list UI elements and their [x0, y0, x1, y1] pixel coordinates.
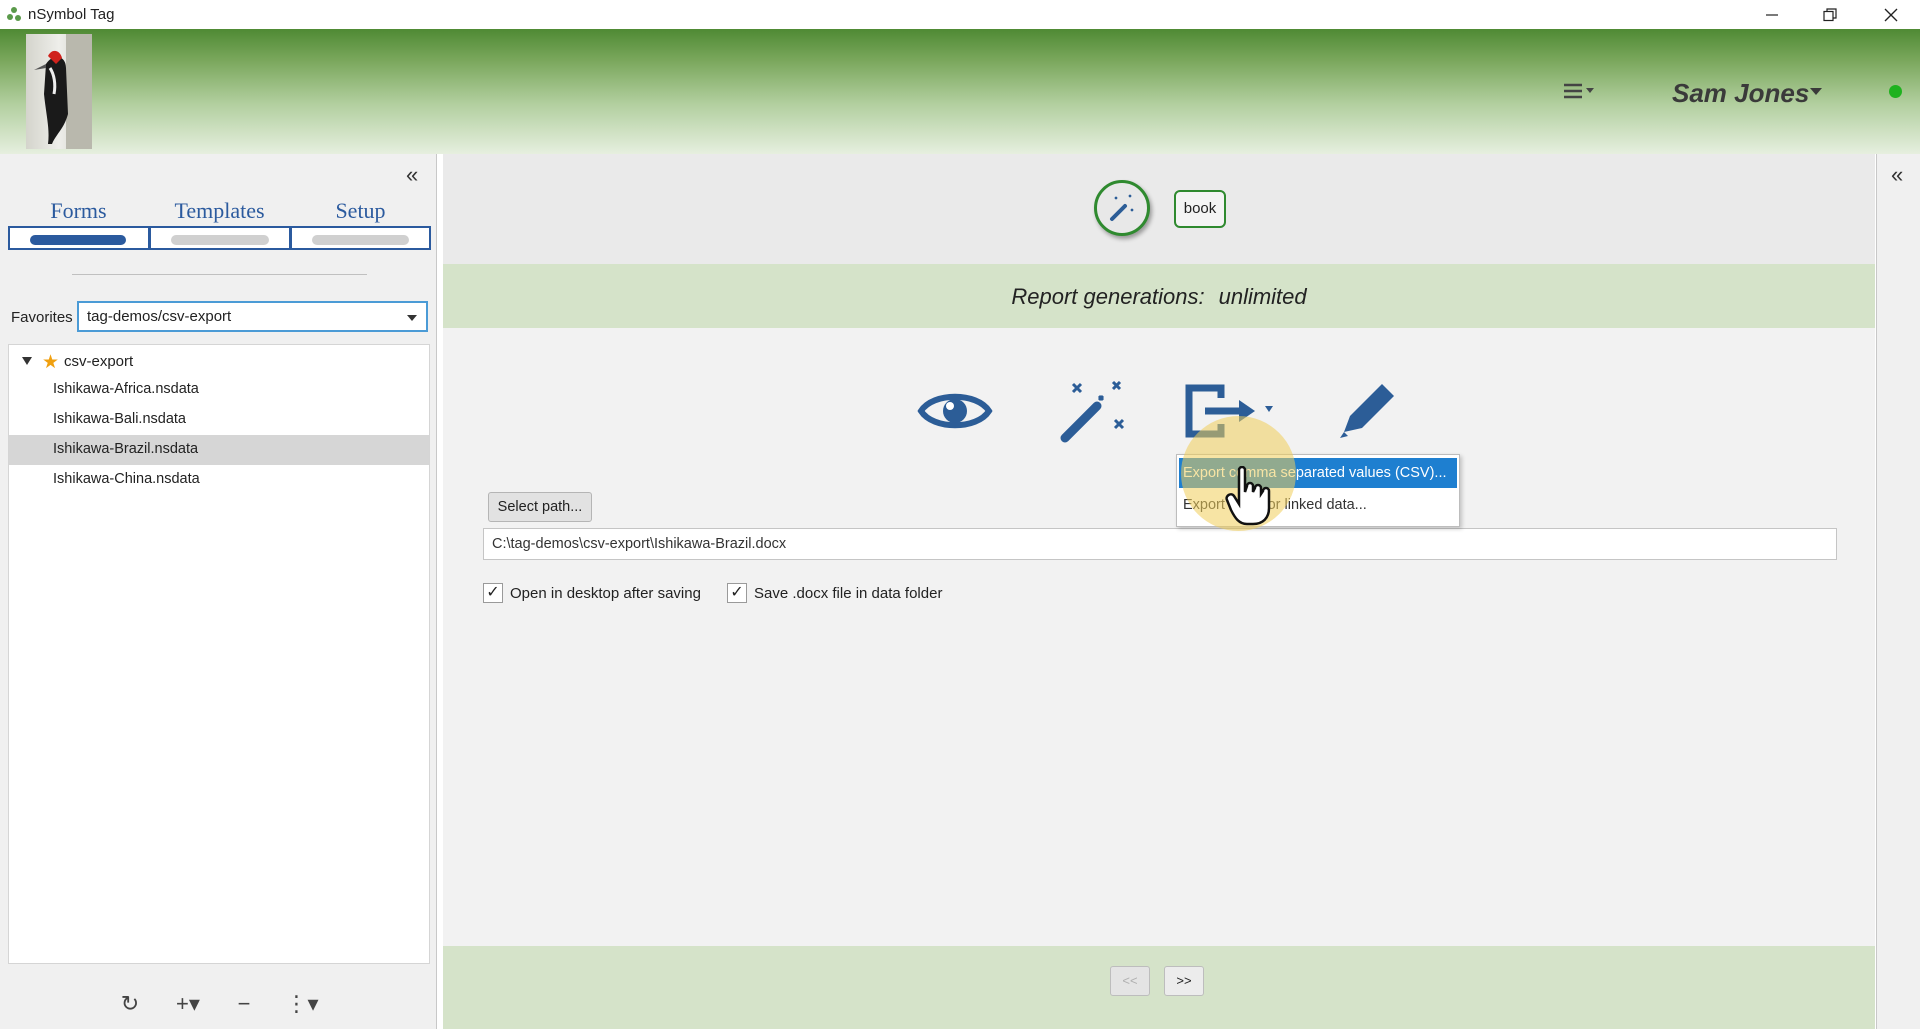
remove-button[interactable]: − — [226, 984, 262, 1024]
tree-item-label: Ishikawa-Bali.nsdata — [53, 411, 186, 427]
tree-item-label: Ishikawa-China.nsdata — [53, 471, 200, 487]
app-banner — [0, 29, 1920, 154]
tree-item[interactable]: Ishikawa-Bali.nsdata — [9, 405, 429, 435]
save-docx-checkbox[interactable]: ✓ — [727, 583, 747, 603]
left-panel: « Forms Templates Setup Favorites tag-de… — [0, 154, 437, 1029]
tab-setup-indicator — [290, 226, 431, 250]
add-icon: +▾ — [176, 991, 200, 1016]
refresh-button[interactable]: ↻ — [112, 984, 148, 1024]
report-generations-text: Report generations: unlimited — [443, 284, 1875, 310]
right-collapsed-panel: « — [1876, 154, 1920, 1029]
more-options-button[interactable]: ⋮▾ — [282, 984, 322, 1024]
tab-templates[interactable]: Templates — [149, 198, 290, 258]
tree-folder-label: csv-export — [64, 353, 134, 370]
restore-icon — [1823, 7, 1837, 21]
tree-item-label: Ishikawa-Brazil.nsdata — [53, 441, 199, 457]
online-status-indicator — [1889, 85, 1902, 98]
tab-setup-label: Setup — [335, 198, 386, 223]
star-icon: ★ — [42, 352, 60, 373]
tab-forms-indicator — [8, 226, 149, 250]
tree-item[interactable]: Ishikawa-Africa.nsdata — [9, 375, 429, 405]
tab-forms[interactable]: Forms — [8, 198, 149, 258]
preview-button[interactable] — [917, 376, 993, 446]
refresh-icon: ↻ — [120, 991, 140, 1016]
more-vertical-icon: ⋮▾ — [285, 991, 319, 1016]
open-after-saving-label: Open in desktop after saving — [510, 585, 701, 602]
tree-folder-csv-export[interactable]: ★ csv-export — [9, 349, 429, 375]
divider — [72, 274, 367, 275]
tab-templates-pill — [171, 235, 269, 245]
window-title: nSymbol Tag — [28, 6, 115, 23]
generate-report-button[interactable] — [1055, 376, 1131, 446]
tab-setup[interactable]: Setup — [290, 198, 431, 258]
favorites-selected-value: tag-demos/csv-export — [87, 308, 232, 325]
tab-forms-pill — [30, 235, 126, 245]
left-tabs: Forms Templates Setup — [8, 198, 432, 258]
save-docx-label: Save .docx file in data folder — [754, 585, 943, 602]
tree-item-selected[interactable]: Ishikawa-Brazil.nsdata — [9, 435, 429, 465]
hamburger-menu-icon — [1564, 83, 1594, 99]
tab-forms-label: Forms — [50, 198, 107, 223]
expand-right-panel-icon[interactable]: « — [1891, 162, 1903, 188]
eye-icon — [917, 393, 993, 429]
open-after-saving-checkbox[interactable]: ✓ — [483, 583, 503, 603]
tree-item-label: Ishikawa-Africa.nsdata — [53, 381, 199, 397]
main-toolbar: book — [443, 154, 1875, 264]
add-button[interactable]: +▾ — [166, 984, 210, 1024]
woodpecker-image — [34, 34, 92, 149]
report-generations-label: Report generations: — [1011, 284, 1205, 309]
main-menu-button[interactable] — [1560, 80, 1600, 104]
user-menu-button[interactable]: Sam Jones — [1672, 78, 1809, 109]
tab-templates-indicator — [149, 226, 290, 250]
minimize-icon — [1766, 13, 1778, 16]
report-generations-value: unlimited — [1218, 284, 1307, 309]
remove-icon: − — [237, 991, 251, 1016]
chevron-down-icon — [407, 315, 417, 321]
tree-toolbar: ↻ +▾ − ⋮▾ — [0, 984, 437, 1024]
close-icon — [1884, 8, 1898, 21]
edit-button[interactable] — [1330, 376, 1406, 446]
magic-wand-icon — [1060, 380, 1125, 443]
tab-setup-pill — [312, 235, 409, 245]
book-button[interactable]: book — [1174, 190, 1226, 228]
collapse-left-panel-icon[interactable]: « — [406, 162, 418, 188]
favorites-label: Favorites — [11, 309, 73, 326]
minimize-button[interactable] — [1743, 0, 1801, 29]
previous-button[interactable]: << — [1110, 966, 1150, 996]
file-tree: ★ csv-export Ishikawa-Africa.nsdata Ishi… — [8, 344, 430, 964]
expand-toggle-icon[interactable] — [22, 357, 32, 365]
favorites-dropdown[interactable]: tag-demos/csv-export — [77, 301, 428, 332]
restore-button[interactable] — [1801, 0, 1859, 29]
close-button[interactable] — [1862, 0, 1920, 29]
tab-templates-label: Templates — [174, 198, 265, 223]
woodpecker-logo — [26, 34, 92, 149]
magic-wand-icon — [1110, 194, 1134, 221]
app-logo-icon — [7, 7, 21, 21]
navigation-band: << >> — [443, 946, 1875, 1029]
title-bar: nSymbol Tag — [0, 0, 1920, 29]
select-path-button[interactable]: Select path... — [488, 492, 592, 522]
generate-button[interactable] — [1094, 180, 1150, 236]
pencil-icon — [1340, 384, 1394, 438]
user-menu-caret-icon[interactable] — [1810, 88, 1822, 95]
tree-item[interactable]: Ishikawa-China.nsdata — [9, 465, 429, 495]
output-path-field[interactable]: C:\tag-demos\csv-export\Ishikawa-Brazil.… — [483, 528, 1837, 560]
next-button[interactable]: >> — [1164, 966, 1204, 996]
hand-cursor-icon — [1225, 466, 1271, 526]
report-generations-band: Report generations: unlimited — [443, 264, 1875, 328]
main-panel: book Report generations: unlimited Selec… — [443, 154, 1875, 1029]
